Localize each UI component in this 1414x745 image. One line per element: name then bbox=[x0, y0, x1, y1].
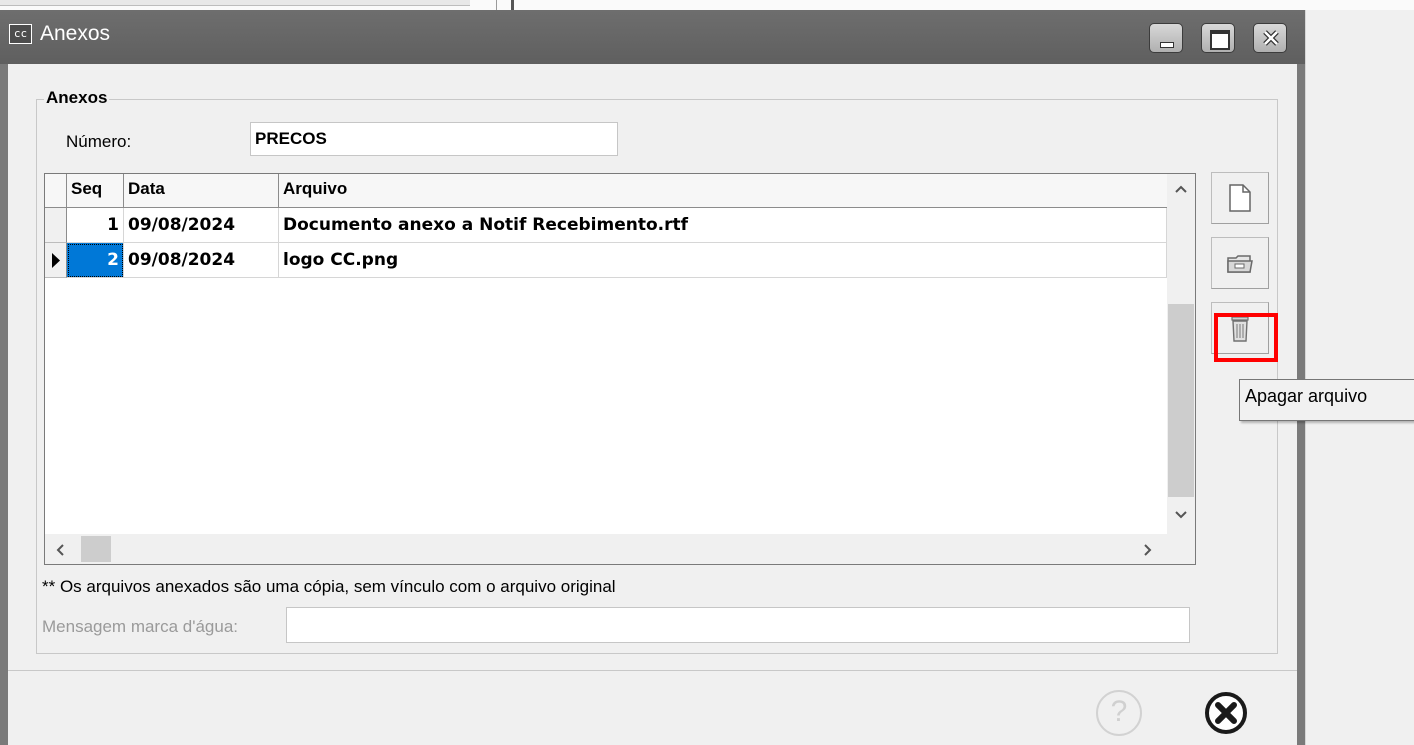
cell-seq[interactable]: 1 bbox=[67, 208, 124, 243]
highlight-box bbox=[1214, 313, 1278, 362]
cell-arquivo[interactable]: logo CC.png bbox=[279, 243, 1167, 278]
new-file-button[interactable] bbox=[1211, 172, 1269, 224]
background-field bbox=[0, 0, 470, 6]
scroll-corner bbox=[1167, 534, 1195, 564]
folder-icon bbox=[1227, 255, 1253, 273]
close-circle-icon[interactable] bbox=[1203, 690, 1249, 736]
attachments-note: ** Os arquivos anexados são uma cópia, s… bbox=[42, 577, 616, 596]
row-indicator bbox=[45, 208, 67, 243]
minimize-button[interactable] bbox=[1149, 23, 1183, 53]
cell-seq[interactable]: 2 bbox=[67, 243, 124, 278]
background-separator bbox=[496, 0, 497, 10]
title-bar[interactable]: cc Anexos bbox=[0, 10, 1305, 64]
scroll-up-icon[interactable] bbox=[1174, 184, 1188, 194]
minimize-icon bbox=[1160, 42, 1174, 48]
close-window-button[interactable] bbox=[1253, 23, 1287, 53]
background-window bbox=[0, 0, 1414, 10]
numero-label: Número: bbox=[66, 132, 132, 151]
open-file-button[interactable] bbox=[1211, 237, 1269, 289]
close-icon bbox=[1263, 30, 1279, 46]
watermark-label: Mensagem marca d'água: bbox=[42, 617, 239, 636]
help-button[interactable]: ? bbox=[1096, 690, 1142, 736]
cell-data[interactable]: 09/08/2024 bbox=[124, 208, 279, 243]
scroll-down-icon[interactable] bbox=[1174, 510, 1188, 520]
column-header-arquivo[interactable]: Arquivo bbox=[279, 174, 1167, 208]
group-title: Anexos bbox=[44, 88, 110, 108]
table-row[interactable]: 1 09/08/2024 Documento anexo a Notif Rec… bbox=[45, 208, 1167, 243]
watermark-message-field[interactable] bbox=[286, 607, 1190, 643]
numero-field[interactable]: PRECOS bbox=[250, 122, 618, 156]
cell-arquivo[interactable]: Documento anexo a Notif Recebimento.rtf bbox=[279, 208, 1167, 243]
maximize-button[interactable] bbox=[1201, 23, 1235, 53]
maximize-icon bbox=[1210, 30, 1230, 50]
app-icon[interactable]: cc bbox=[9, 24, 32, 44]
row-indicator-current bbox=[45, 243, 67, 278]
attachments-grid[interactable]: Seq Data Arquivo 1 09/08/2024 Documento … bbox=[44, 173, 1196, 565]
delete-tooltip: Apagar arquivo bbox=[1239, 379, 1414, 421]
current-row-arrow-icon bbox=[52, 253, 60, 268]
help-icon: ? bbox=[1110, 695, 1128, 728]
column-header-data[interactable]: Data bbox=[124, 174, 279, 208]
vertical-scrollbar[interactable] bbox=[1167, 174, 1195, 534]
scroll-right-icon[interactable] bbox=[1143, 543, 1153, 557]
column-header-seq[interactable]: Seq bbox=[67, 174, 124, 208]
document-icon bbox=[1229, 184, 1251, 212]
footer-divider bbox=[8, 670, 1297, 671]
horizontal-scroll-thumb[interactable] bbox=[81, 536, 111, 562]
background-separator-dark bbox=[511, 0, 514, 10]
vertical-scroll-thumb[interactable] bbox=[1168, 304, 1194, 497]
grid-indicator-header bbox=[45, 174, 67, 208]
background-panel bbox=[1305, 10, 1414, 745]
scroll-left-icon[interactable] bbox=[55, 543, 65, 557]
window-title: Anexos bbox=[40, 22, 111, 45]
table-row-selected[interactable]: 2 09/08/2024 logo CC.png bbox=[45, 243, 1167, 278]
cell-data[interactable]: 09/08/2024 bbox=[124, 243, 279, 278]
horizontal-scrollbar[interactable] bbox=[45, 534, 1167, 564]
